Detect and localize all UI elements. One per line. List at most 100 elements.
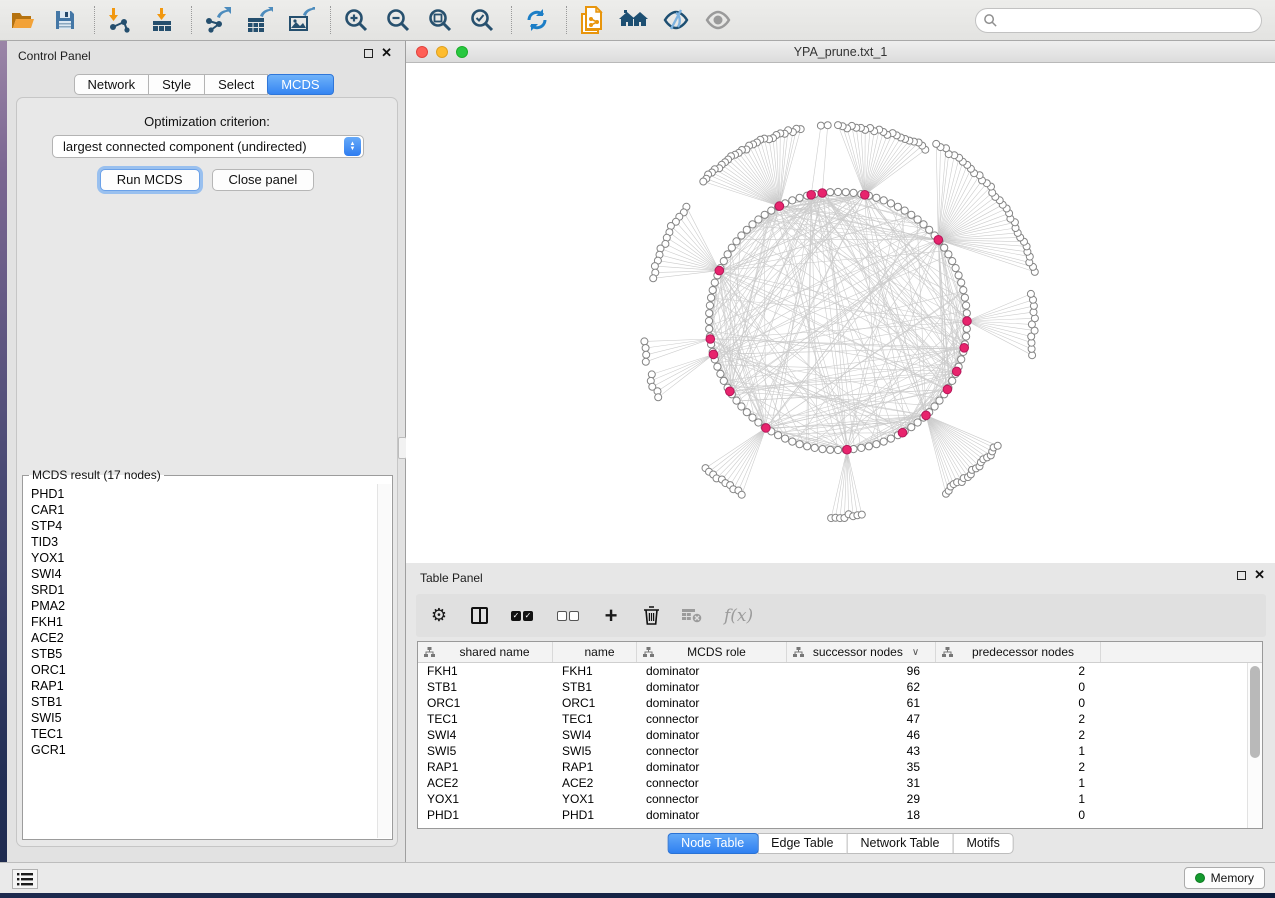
table-cell[interactable]: FKH1 [418,663,553,679]
mcds-result-item[interactable]: YOX1 [31,550,377,566]
table-cell[interactable]: 29 [787,791,936,807]
network-node[interactable] [908,424,915,431]
table-cell[interactable]: ORC1 [553,695,637,711]
network-node[interactable] [933,140,940,147]
close-panel-icon[interactable]: ✕ [381,48,392,58]
mcds-result-item[interactable]: TID3 [31,534,377,550]
network-node[interactable] [761,211,768,218]
table-cell[interactable]: connector [637,711,787,727]
table-cell[interactable]: 1 [936,775,1101,791]
network-node[interactable] [858,511,865,518]
mcds-result-item[interactable]: TEC1 [31,726,377,742]
table-cell[interactable]: TEC1 [553,711,637,727]
table-cell[interactable]: 2 [936,759,1101,775]
network-node[interactable] [887,200,894,207]
network-node[interactable] [920,221,927,228]
network-node[interactable] [728,244,735,251]
mcds-result-item[interactable]: ACE2 [31,630,377,646]
network-node[interactable] [811,444,818,451]
table-row[interactable]: TEC1TEC1connector472 [418,711,1246,727]
table-cell[interactable]: dominator [637,807,787,823]
network-node[interactable] [648,371,655,378]
network-node[interactable] [651,263,658,270]
eye-slash-icon[interactable] [661,5,691,35]
search-input[interactable] [998,10,1261,30]
mcds-result-item[interactable]: STB1 [31,694,377,710]
table-cell[interactable]: connector [637,791,787,807]
network-node[interactable] [963,325,970,332]
mcds-result-item[interactable]: SRD1 [31,582,377,598]
network-node[interactable] [705,317,712,324]
mcds-result-item[interactable]: PMA2 [31,598,377,614]
network-node[interactable] [926,226,933,233]
table-cell[interactable]: 96 [787,663,936,679]
table-row[interactable]: STB1STB1dominator620 [418,679,1246,695]
table-cell[interactable]: STB1 [553,679,637,695]
zoom-fit-icon[interactable] [425,5,455,35]
export-network-icon[interactable] [202,5,232,35]
delete-column-icon[interactable] [642,605,660,627]
network-node[interactable] [994,442,1001,449]
table-cell[interactable]: SWI4 [418,727,553,743]
table-cell[interactable]: SWI5 [553,743,637,759]
table-cell[interactable]: SWI4 [553,727,637,743]
network-node[interactable] [958,279,965,286]
network-node[interactable] [945,251,952,258]
mcds-network-node[interactable] [963,317,972,326]
close-panel-icon[interactable]: ✕ [1254,570,1265,580]
table-cell[interactable]: 1 [936,743,1101,759]
table-row[interactable]: ORC1ORC1dominator610 [418,695,1246,711]
network-node[interactable] [755,216,762,223]
export-image-icon[interactable] [286,5,316,35]
table-cell[interactable]: dominator [637,759,787,775]
table-row[interactable]: RAP1RAP1dominator352 [418,759,1246,775]
table-cell[interactable]: 43 [787,743,936,759]
table-row[interactable]: SWI4SWI4dominator462 [418,727,1246,743]
table-cell[interactable]: PHD1 [418,807,553,823]
network-canvas[interactable] [406,63,1275,563]
network-node[interactable] [873,194,880,201]
network-node[interactable] [738,232,745,239]
mcds-network-node[interactable] [943,385,952,394]
table-cell[interactable]: 0 [936,807,1101,823]
float-panel-icon[interactable] [364,49,373,58]
network-node[interactable] [865,443,872,450]
table-cell[interactable]: RAP1 [418,759,553,775]
table-cell[interactable]: dominator [637,727,787,743]
import-network-icon[interactable] [105,5,135,35]
network-node[interactable] [819,446,826,453]
table-cell[interactable]: ACE2 [418,775,553,791]
table-row[interactable]: PHD1PHD1dominator180 [418,807,1246,823]
mcds-network-node[interactable] [922,411,931,420]
network-node[interactable] [749,414,756,421]
table-cell[interactable]: FKH1 [553,663,637,679]
table-cell[interactable]: dominator [637,663,787,679]
network-node[interactable] [958,356,965,363]
run-mcds-button[interactable]: Run MCDS [100,169,200,191]
table-cell[interactable]: connector [637,775,787,791]
houses-icon[interactable] [619,5,649,35]
network-node[interactable] [738,491,745,498]
network-node[interactable] [706,310,713,317]
table-cell[interactable]: dominator [637,679,787,695]
mcds-network-node[interactable] [818,189,827,198]
table-cell[interactable]: SWI5 [418,743,553,759]
table-cell[interactable]: 61 [787,695,936,711]
network-node[interactable] [842,189,849,196]
network-node[interactable] [961,294,968,301]
network-node[interactable] [858,444,865,451]
network-node[interactable] [711,279,718,286]
table-row[interactable]: FKH1FKH1dominator962 [418,663,1246,679]
table-cell[interactable]: RAP1 [553,759,637,775]
tab-motifs[interactable]: Motifs [952,833,1013,854]
tab-style[interactable]: Style [148,74,205,95]
network-node[interactable] [738,403,745,410]
network-node[interactable] [743,226,750,233]
table-cell[interactable]: 46 [787,727,936,743]
mcds-network-node[interactable] [861,191,870,200]
network-node[interactable] [901,207,908,214]
mcds-result-item[interactable]: PHD1 [31,486,377,502]
column-header-shared-name[interactable]: shared name [418,642,553,662]
export-network-web-icon[interactable] [577,5,607,35]
table-cell[interactable]: ACE2 [553,775,637,791]
